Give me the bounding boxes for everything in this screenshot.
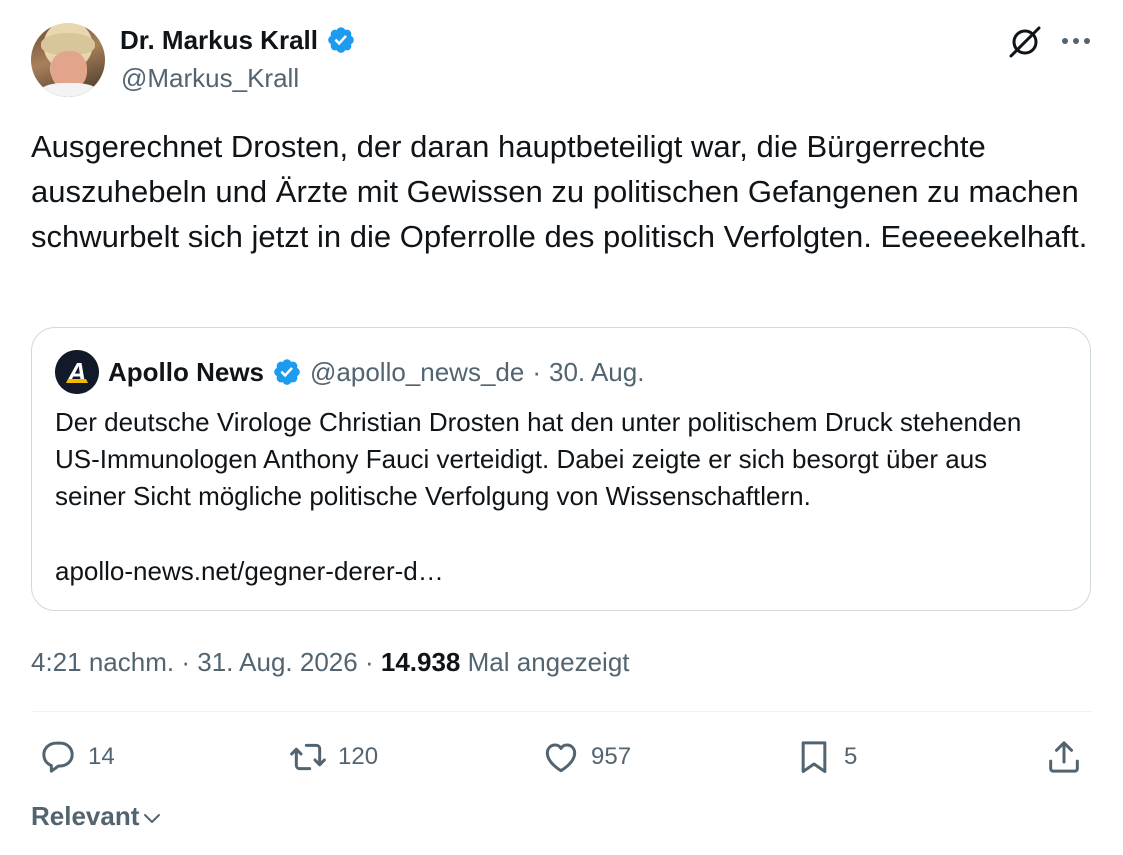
bookmark-count: 5 <box>844 743 858 770</box>
grok-icon[interactable] <box>1007 24 1043 60</box>
repost-icon <box>290 743 326 771</box>
sort-replies-dropdown[interactable]: Relevant <box>31 799 163 833</box>
meta-separator: · <box>364 647 374 677</box>
tweet-time[interactable]: 4:21 nachm. <box>31 647 174 677</box>
sort-label: Relevant <box>31 801 140 831</box>
divider <box>31 711 1093 712</box>
more-icon[interactable] <box>1059 26 1093 56</box>
repost-count: 120 <box>338 743 379 770</box>
quoted-tweet-card[interactable]: A Apollo News @apollo_news_de · 30. Aug.… <box>31 327 1091 611</box>
share-icon <box>1049 741 1079 773</box>
view-count-label: Mal angezeigt <box>467 647 630 677</box>
heart-icon <box>545 743 577 773</box>
share-button[interactable] <box>1044 735 1084 779</box>
like-count: 957 <box>591 743 632 770</box>
quoted-separator: · <box>532 357 542 387</box>
quoted-handle[interactable]: @apollo_news_de <box>310 354 524 390</box>
author-handle[interactable]: @Markus_Krall <box>121 62 299 94</box>
tweet-text: Ausgerechnet Drosten, der daran hauptbet… <box>31 129 1088 254</box>
quoted-date[interactable]: 30. Aug. <box>549 354 644 390</box>
reply-count: 14 <box>88 743 115 770</box>
quoted-tweet-link[interactable]: apollo-news.net/gegner-derer-d… <box>55 553 444 590</box>
meta-separator: · <box>181 647 190 677</box>
verified-badge-icon <box>274 359 300 385</box>
repost-button[interactable]: 120 <box>288 735 378 779</box>
author-avatar[interactable] <box>31 23 105 97</box>
bookmark-button[interactable]: 5 <box>794 735 857 779</box>
chevron-down-icon <box>144 814 161 823</box>
like-button[interactable]: 957 <box>541 735 631 779</box>
apollo-news-logo[interactable]: A <box>55 350 99 394</box>
quoted-tweet-text: Der deutsche Virologe Christian Drosten … <box>55 407 1022 511</box>
bookmark-icon <box>801 741 827 773</box>
view-count: 14.938 <box>380 647 461 677</box>
quoted-display-name[interactable]: Apollo News <box>108 354 264 390</box>
tweet-meta: 4:21 nachm. · 31. Aug. 2026 · 14.938 Mal… <box>31 644 630 680</box>
author-display-name[interactable]: Dr. Markus Krall <box>120 24 318 56</box>
author-name-row[interactable]: Dr. Markus Krall <box>120 24 356 56</box>
verified-badge-icon <box>328 27 354 53</box>
reply-icon <box>42 741 74 773</box>
reply-button[interactable]: 14 <box>38 735 115 779</box>
quoted-tweet-header: Apollo News @apollo_news_de · 30. Aug. <box>108 354 644 390</box>
avatar-shirt <box>39 83 99 97</box>
tweet-date[interactable]: 31. Aug. 2026 <box>197 647 357 677</box>
